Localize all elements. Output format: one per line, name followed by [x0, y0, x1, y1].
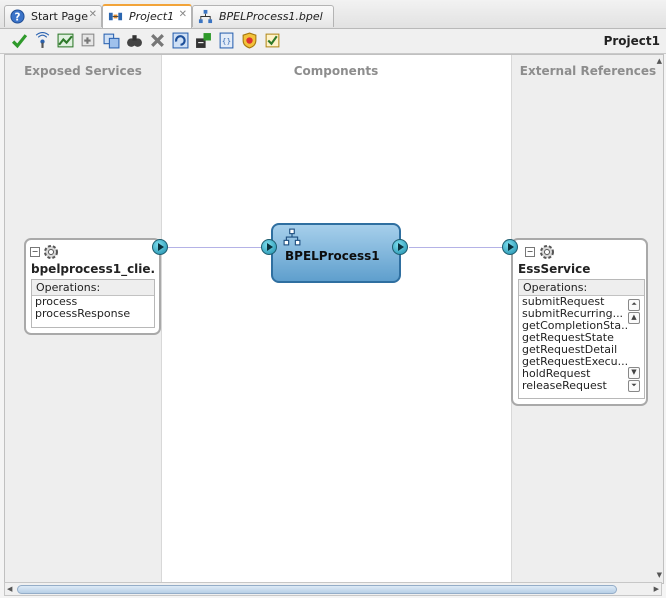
component-name: BPELProcess1: [285, 249, 380, 263]
composite-toolbar: {} Project1: [0, 29, 666, 54]
exposed-service-card[interactable]: − bpelprocess1_clie... Operations: proce…: [24, 238, 161, 335]
copy-icon[interactable]: [103, 32, 120, 49]
close-icon[interactable]: ✕: [89, 9, 97, 20]
collapse-icon[interactable]: −: [525, 247, 535, 257]
tab-label: Start Page: [31, 10, 88, 23]
tab-label: BPELProcess1.bpel: [219, 10, 323, 23]
operation-item[interactable]: submitRecurring...: [519, 308, 628, 320]
policy-icon[interactable]: [241, 32, 258, 49]
scroll-left-icon[interactable]: ◀: [7, 585, 12, 593]
scroll-down-arrow-icon[interactable]: ▼: [657, 571, 662, 579]
chart-icon[interactable]: [57, 32, 74, 49]
composite-canvas[interactable]: Exposed Services Components External Ref…: [4, 54, 664, 584]
scroll-up-icon[interactable]: ▲: [628, 312, 640, 324]
operation-item[interactable]: getRequestDetail: [519, 344, 628, 356]
external-references-header: External References: [519, 64, 657, 78]
tab-start-page[interactable]: ? Start Page ✕: [4, 5, 102, 27]
operation-item[interactable]: releaseRequest: [519, 380, 628, 392]
project-title: Project1: [603, 34, 660, 48]
operations-header: Operations:: [519, 280, 644, 296]
bpel-icon: [198, 9, 213, 24]
operation-item[interactable]: submitRequest: [519, 296, 628, 308]
delete-icon[interactable]: [149, 32, 166, 49]
scroll-up-arrow-icon[interactable]: ▲: [657, 57, 662, 65]
operation-item[interactable]: getCompletionSta...: [519, 320, 628, 332]
service-gear-icon: [44, 245, 58, 259]
composite-icon: [108, 12, 123, 21]
svg-text:{}: {}: [222, 37, 231, 46]
component-input-arrow-icon[interactable]: [261, 239, 277, 255]
deploy-icon[interactable]: [195, 32, 212, 49]
operation-item[interactable]: process: [32, 296, 154, 308]
find-icon[interactable]: [126, 32, 143, 49]
operations-list: Operations: submitRequest submitRecurrin…: [518, 279, 645, 399]
add-icon[interactable]: [80, 32, 97, 49]
scroll-bottom-icon[interactable]: ⏷: [628, 380, 640, 392]
collapse-icon[interactable]: −: [30, 247, 40, 257]
task-icon[interactable]: [264, 32, 281, 49]
exposed-services-header: Exposed Services: [24, 64, 142, 78]
operation-item[interactable]: getRequestExecu...: [519, 356, 628, 368]
tab-label: Project1: [129, 10, 175, 23]
wire-component-to-reference[interactable]: [409, 247, 503, 248]
tab-bpelprocess1[interactable]: BPELProcess1.bpel: [192, 5, 334, 27]
scroll-right-icon[interactable]: ▶: [654, 585, 659, 593]
component-output-arrow-icon[interactable]: [392, 239, 408, 255]
bpel-component[interactable]: BPELProcess1: [271, 223, 401, 283]
scroll-top-icon[interactable]: ⏶: [628, 299, 640, 311]
operation-item[interactable]: processResponse: [32, 308, 154, 320]
horizontal-scrollbar[interactable]: ◀ ▶: [4, 582, 662, 596]
service-output-arrow-icon[interactable]: [152, 239, 168, 255]
reference-name: EssService: [518, 262, 591, 276]
close-icon[interactable]: ✕: [179, 9, 187, 20]
reference-gear-icon: [540, 245, 554, 259]
operation-item[interactable]: getRequestState: [519, 332, 628, 344]
editor-tab-bar: ? Start Page ✕ Project1 ✕ BPELProcess1.b…: [0, 0, 666, 29]
wireless-icon[interactable]: [34, 32, 51, 49]
scrollbar-thumb[interactable]: [17, 585, 617, 594]
svg-text:?: ?: [15, 11, 21, 23]
service-name: bpelprocess1_clie...: [31, 262, 155, 276]
components-swimlane: Components: [162, 55, 510, 583]
scroll-down-icon[interactable]: ▼: [628, 367, 640, 379]
external-reference-card[interactable]: − EssService Operations: submitRequest s…: [511, 238, 648, 406]
refresh-icon[interactable]: [172, 32, 189, 49]
bpel-process-icon: [283, 228, 301, 246]
components-header: Components: [293, 64, 379, 78]
operation-item[interactable]: holdRequest: [519, 368, 628, 380]
operations-header: Operations:: [32, 280, 154, 296]
validate-icon[interactable]: [11, 32, 28, 49]
wire-service-to-component[interactable]: [168, 247, 268, 248]
help-icon: ?: [10, 9, 25, 24]
tab-project1[interactable]: Project1 ✕: [102, 4, 192, 28]
reference-input-arrow-icon[interactable]: [502, 239, 518, 255]
operations-list: Operations: process processResponse: [31, 279, 155, 328]
xml-icon[interactable]: {}: [218, 32, 235, 49]
